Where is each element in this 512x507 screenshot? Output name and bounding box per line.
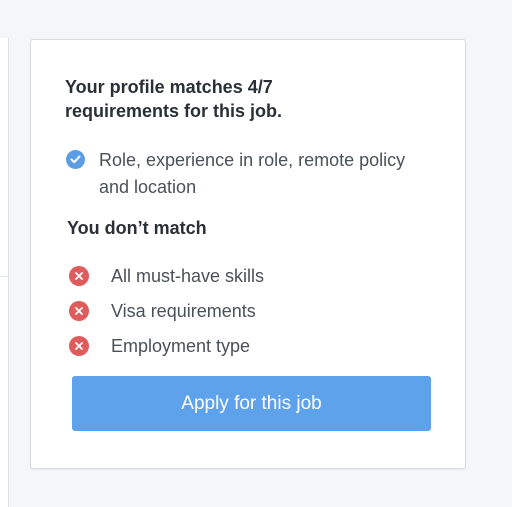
left-panel-divider [0,276,8,277]
check-circle-icon [66,150,85,169]
mismatch-item: All must-have skills [69,258,264,293]
match-summary-heading: Your profile matches 4/7 requirements fo… [65,77,283,121]
x-circle-icon [69,335,89,356]
matched-requirements-row: Role, experience in role, remote policy … [66,147,426,201]
left-panel [0,38,9,507]
mismatch-label: Visa requirements [111,300,256,321]
mismatch-item: Employment type [69,328,264,363]
mismatch-label: Employment type [111,335,251,356]
x-circle-icon [69,300,89,321]
mismatch-label: All must-have skills [111,265,265,286]
mismatch-item: Visa requirements [69,293,264,328]
mismatch-heading: You don’t match [67,218,207,238]
profile-match-card: Your profile matches 4/7 requirements fo… [30,39,466,469]
matched-requirements-text: Role, experience in role, remote policy … [99,150,406,197]
mismatch-list: All must-have skills Visa requirements E… [69,258,264,363]
x-circle-icon [69,265,89,286]
apply-button[interactable]: Apply for this job [72,376,431,431]
